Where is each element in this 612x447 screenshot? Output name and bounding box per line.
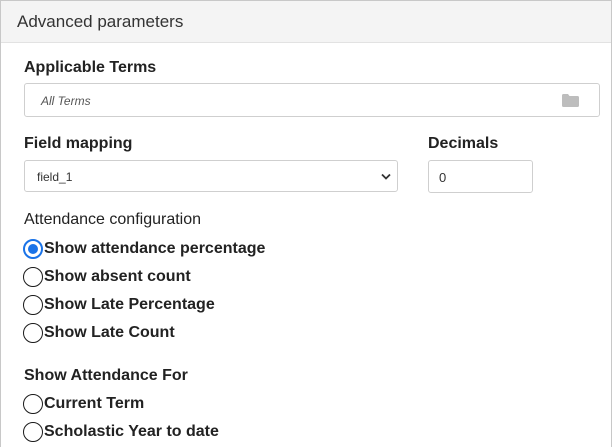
field-mapping-selected: field_1 bbox=[37, 170, 73, 184]
radio-option-show-attendance-percentage[interactable]: Show attendance percentage bbox=[23, 238, 265, 260]
field-mapping-select[interactable]: field_1 bbox=[24, 160, 398, 192]
radio-label: Show Late Count bbox=[44, 324, 175, 341]
radio-option-current-term[interactable]: Current Term bbox=[23, 393, 144, 415]
radio-label: Show absent count bbox=[44, 268, 191, 285]
decimals-input[interactable]: 0 bbox=[428, 160, 533, 193]
radio-button[interactable] bbox=[23, 295, 43, 315]
chevron-down-icon bbox=[381, 173, 391, 180]
radio-button[interactable] bbox=[23, 267, 43, 287]
decimals-value: 0 bbox=[439, 170, 447, 185]
folder-icon[interactable] bbox=[562, 94, 579, 107]
panel-title[interactable]: Advanced parameters bbox=[1, 1, 611, 43]
radio-label: Show Late Percentage bbox=[44, 296, 215, 313]
radio-option-show-late-percentage[interactable]: Show Late Percentage bbox=[23, 294, 215, 316]
radio-option-show-late-count[interactable]: Show Late Count bbox=[23, 322, 175, 344]
radio-button[interactable] bbox=[23, 239, 43, 259]
applicable-terms-value: All Terms bbox=[41, 94, 91, 108]
radio-button[interactable] bbox=[23, 422, 43, 442]
attendance-configuration-label: Attendance configuration bbox=[24, 211, 202, 228]
applicable-terms-field[interactable]: All Terms bbox=[24, 83, 600, 117]
radio-label: Current Term bbox=[44, 395, 145, 412]
radio-button[interactable] bbox=[23, 394, 43, 414]
radio-button[interactable] bbox=[23, 323, 43, 343]
show-attendance-for-label: Show Attendance For bbox=[24, 367, 188, 384]
advanced-parameters-panel: Advanced parameters Applicable Terms All… bbox=[0, 0, 612, 447]
radio-option-show-absent-count[interactable]: Show absent count bbox=[23, 266, 191, 288]
radio-label: Show attendance percentage bbox=[44, 240, 266, 257]
applicable-terms-label: Applicable Terms bbox=[24, 59, 157, 76]
field-mapping-label: Field mapping bbox=[24, 135, 133, 152]
radio-option-scholastic-year-to-date[interactable]: Scholastic Year to date bbox=[23, 421, 219, 443]
decimals-label: Decimals bbox=[428, 135, 499, 152]
radio-label: Scholastic Year to date bbox=[44, 423, 219, 440]
